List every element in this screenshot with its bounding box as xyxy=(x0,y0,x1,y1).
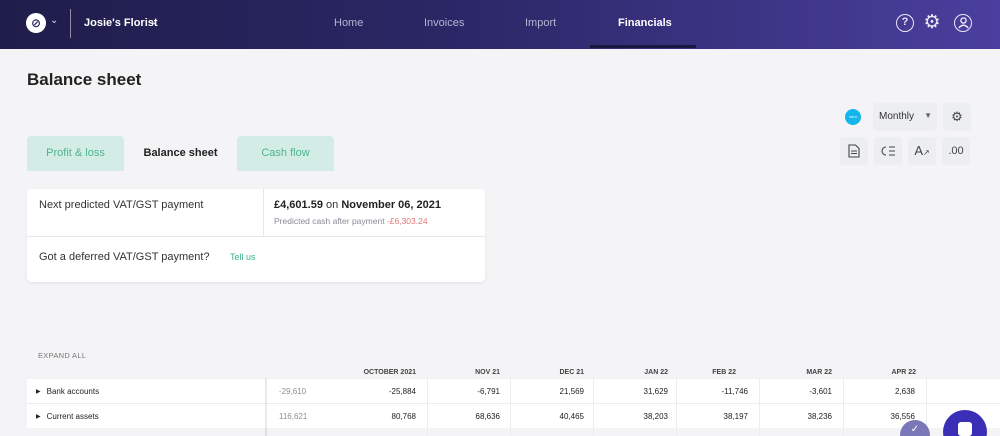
vat-amount-line: £4,601.59 on November 06, 2021 xyxy=(274,199,441,211)
predicted-cash-value: -£6,303.24 xyxy=(386,216,428,226)
table-cell: -25,884 xyxy=(388,387,416,396)
column-separator xyxy=(593,378,594,436)
column-header: JAN 22 xyxy=(644,369,668,376)
table-cell: -3,601 xyxy=(809,387,832,396)
page-title: Balance sheet xyxy=(27,70,142,89)
expand-triangle-icon[interactable]: ▶ xyxy=(36,388,41,395)
column-header: FEB 22 xyxy=(712,369,736,376)
deferred-vat-label: Got a deferred VAT/GST payment? xyxy=(39,251,210,263)
tell-us-link[interactable]: Tell us xyxy=(230,252,256,262)
period-select[interactable]: Monthly ▼ xyxy=(873,103,937,131)
xero-badge: xero xyxy=(845,109,861,125)
expand-all-button[interactable]: EXPAND ALL xyxy=(38,351,86,360)
column-separator xyxy=(676,378,677,436)
row-label-text: Current assets xyxy=(46,412,99,421)
column-header: MAR 22 xyxy=(806,369,832,376)
divider xyxy=(263,189,264,236)
chevron-down-icon[interactable]: ⌄ xyxy=(50,15,58,26)
nav-financials[interactable]: Financials xyxy=(618,17,672,29)
tab-profit-loss[interactable]: Profit & loss xyxy=(27,136,124,171)
caret-down-icon: ▼ xyxy=(924,111,932,120)
top-nav-bar: ⊘ ⌄ Josie's Florist ⌄ Home Invoices Impo… xyxy=(0,0,1000,49)
chat-icon xyxy=(958,422,972,436)
vat-on-word: on xyxy=(326,199,339,211)
document-icon[interactable] xyxy=(840,137,868,165)
column-separator xyxy=(510,378,511,436)
chevron-down-icon[interactable]: ⌄ xyxy=(150,16,158,27)
expand-triangle-icon[interactable]: ▶ xyxy=(36,413,41,420)
table-cell: 38,203 xyxy=(643,412,668,421)
org-switcher[interactable]: Josie's Florist xyxy=(84,17,158,29)
divider xyxy=(27,236,485,237)
table-cell: 21,569 xyxy=(559,387,584,396)
vat-amount: £4,601.59 xyxy=(274,199,323,211)
app-logo-icon[interactable]: ⊘ xyxy=(26,13,46,33)
row-label-bank-accounts[interactable]: ▶ Bank accounts xyxy=(36,387,99,396)
opening-cell: -29,610 xyxy=(279,387,307,396)
row-label-text: Bank accounts xyxy=(46,387,100,396)
column-header: NOV 21 xyxy=(475,369,500,376)
font-icon[interactable]: A↗ xyxy=(908,137,936,165)
sticky-column-shadow xyxy=(265,378,268,436)
help-icon[interactable]: ? xyxy=(896,14,914,32)
tab-cash-flow[interactable]: Cash flow xyxy=(237,136,334,171)
table-cell: 38,236 xyxy=(807,412,832,421)
nav-invoices[interactable]: Invoices xyxy=(424,17,464,29)
column-separator xyxy=(759,378,760,436)
table-cell: 80,768 xyxy=(391,412,416,421)
column-separator xyxy=(843,378,844,436)
active-nav-indicator xyxy=(590,45,696,48)
table-cell: 40,465 xyxy=(559,412,584,421)
list-icon[interactable] xyxy=(874,137,902,165)
column-header: OCTOBER 2021 xyxy=(363,369,416,376)
column-separator xyxy=(427,378,428,436)
vat-date: November 06, 2021 xyxy=(341,199,441,211)
vat-label: Next predicted VAT/GST payment xyxy=(39,199,204,211)
table-cell: 2,638 xyxy=(894,387,915,396)
row-label-current-assets[interactable]: ▶ Current assets xyxy=(36,412,99,421)
gear-icon[interactable]: ⚙ xyxy=(923,13,941,32)
decimal-format-button[interactable]: .00 xyxy=(942,137,970,165)
divider xyxy=(70,9,71,38)
predicted-cash-label: Predicted cash after payment xyxy=(274,216,385,226)
vat-card: Next predicted VAT/GST payment £4,601.59… xyxy=(27,189,485,282)
settings-icon[interactable]: ⚙ xyxy=(943,103,971,131)
table-cell: 36,556 xyxy=(890,412,915,421)
table-cell: -11,746 xyxy=(721,387,748,396)
column-header: DEC 21 xyxy=(559,369,584,376)
predicted-cash-line: Predicted cash after payment -£6,303.24 xyxy=(274,216,428,226)
user-icon[interactable] xyxy=(954,14,972,32)
nav-home[interactable]: Home xyxy=(334,17,363,29)
period-select-value: Monthly xyxy=(879,111,915,122)
tab-balance-sheet[interactable]: Balance sheet xyxy=(131,136,230,171)
nav-import[interactable]: Import xyxy=(525,17,556,29)
table-cell: -6,791 xyxy=(477,387,500,396)
table-cell: 68,636 xyxy=(475,412,500,421)
opening-cell: 116,621 xyxy=(279,412,308,421)
column-header: APR 22 xyxy=(891,369,916,376)
table-cell: 31,629 xyxy=(643,387,668,396)
table-cell: 38,197 xyxy=(723,412,748,421)
